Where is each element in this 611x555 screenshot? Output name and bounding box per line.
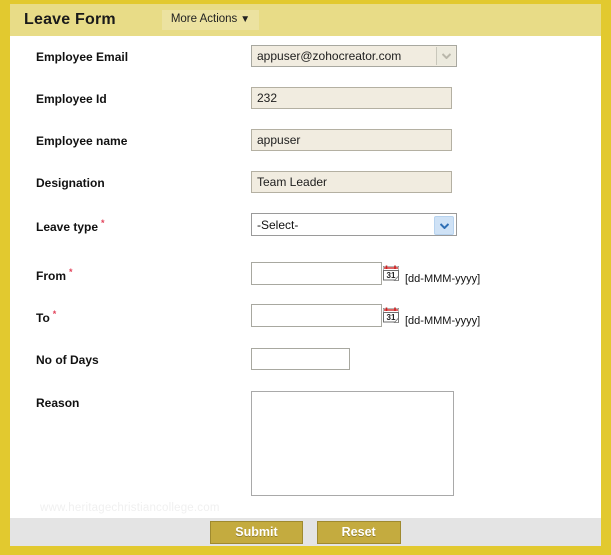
- label-leave-type-text: Leave type: [36, 220, 99, 234]
- from-date-input[interactable]: [251, 262, 382, 285]
- control-employee-id: [251, 87, 452, 109]
- field-row-no-of-days: No of Days: [10, 348, 601, 370]
- field-row-leave-type: Leave type * -Select-: [10, 213, 601, 236]
- reset-button[interactable]: Reset: [316, 520, 401, 544]
- employee-email-select[interactable]: appuser@zohocreator.com: [251, 45, 457, 67]
- field-row-to: To * 31 [dd-MMM-yyyy]: [10, 304, 601, 327]
- from-date-format-hint: [dd-MMM-yyyy]: [405, 273, 481, 285]
- reason-textarea[interactable]: [251, 391, 454, 496]
- required-marker: *: [52, 309, 57, 319]
- to-date-input[interactable]: [251, 304, 382, 327]
- calendar-icon[interactable]: 31: [383, 265, 400, 282]
- leave-form-window: Leave Form More Actions ▼ Employee Email …: [0, 0, 611, 555]
- form-body: Employee Email appuser@zohocreator.com E…: [10, 36, 601, 518]
- label-from: From *: [36, 262, 251, 283]
- form-footer: Submit Reset: [10, 518, 601, 546]
- label-employee-id: Employee Id: [36, 92, 107, 106]
- more-actions-dropdown[interactable]: More Actions ▼: [161, 9, 260, 31]
- label-leave-type: Leave type *: [36, 213, 251, 234]
- control-no-of-days: [251, 348, 350, 370]
- svg-text:31: 31: [387, 271, 396, 280]
- calendar-icon[interactable]: 31: [383, 307, 400, 324]
- field-row-employee-id: Employee Id: [10, 87, 601, 109]
- label-to-text: To: [36, 311, 50, 325]
- label-employee-email: Employee Email: [36, 50, 129, 64]
- field-row-employee-name: Employee name: [10, 129, 601, 151]
- field-row-from: From * 31 [dd-MMM-yyyy]: [10, 262, 601, 285]
- employee-id-input[interactable]: [251, 87, 452, 109]
- required-marker: *: [101, 218, 105, 228]
- chevron-down-icon[interactable]: [434, 216, 454, 235]
- to-date-format-hint: [dd-MMM-yyyy]: [405, 315, 481, 327]
- leave-type-select[interactable]: -Select-: [251, 213, 457, 236]
- field-row-employee-email: Employee Email appuser@zohocreator.com: [10, 45, 601, 67]
- chevron-down-icon[interactable]: [436, 47, 455, 65]
- control-reason: [251, 391, 454, 496]
- control-from: 31 [dd-MMM-yyyy]: [251, 262, 480, 285]
- employee-name-input[interactable]: [251, 129, 452, 151]
- submit-button[interactable]: Submit: [210, 520, 303, 544]
- employee-email-value: appuser@zohocreator.com: [257, 49, 402, 63]
- leave-type-value: -Select-: [257, 218, 299, 232]
- control-designation: [251, 171, 452, 193]
- label-designation: Designation: [36, 176, 105, 190]
- control-employee-name: [251, 129, 452, 151]
- control-employee-email: appuser@zohocreator.com: [251, 45, 457, 67]
- label-to: To *: [36, 304, 251, 325]
- svg-text:31: 31: [387, 313, 396, 322]
- label-employee-name: Employee name: [36, 134, 128, 148]
- required-marker: *: [69, 267, 73, 277]
- control-to: 31 [dd-MMM-yyyy]: [251, 304, 480, 327]
- designation-input[interactable]: [251, 171, 452, 193]
- field-row-designation: Designation: [10, 171, 601, 193]
- no-of-days-input[interactable]: [251, 348, 350, 370]
- label-reason: Reason: [36, 396, 80, 410]
- more-actions-label: More Actions: [170, 12, 238, 25]
- label-no-of-days: No of Days: [36, 353, 99, 367]
- label-from-text: From: [36, 269, 66, 283]
- page-title: Leave Form: [24, 11, 116, 28]
- field-row-reason: Reason: [10, 391, 601, 496]
- watermark: www.heritagechristiancollege.com: [40, 502, 220, 514]
- form-header: Leave Form More Actions ▼: [10, 4, 601, 36]
- chevron-down-icon: ▼: [240, 13, 251, 25]
- control-leave-type: -Select-: [251, 213, 457, 236]
